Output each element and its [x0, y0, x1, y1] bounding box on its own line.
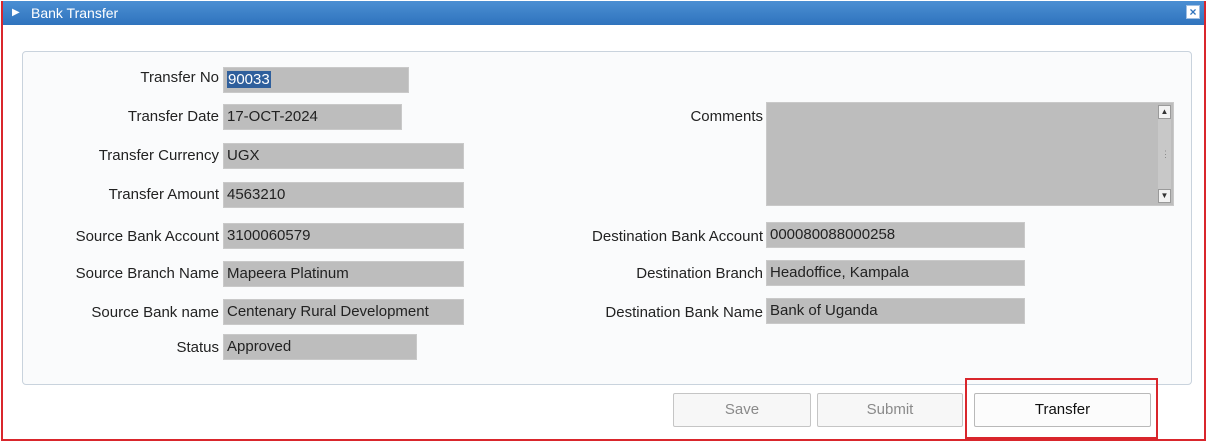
transfer-amount-field[interactable]: 4563210: [223, 182, 464, 208]
source-bank-account-field[interactable]: 3100060579: [223, 223, 464, 249]
source-branch-name-field[interactable]: Mapeera Platinum: [223, 261, 464, 287]
comments-label: Comments: [690, 108, 763, 125]
comments-textarea[interactable]: ▲ ⋮ ▼: [766, 102, 1174, 206]
destination-bank-name-field[interactable]: Bank of Uganda: [766, 298, 1025, 324]
scroll-up-icon[interactable]: ▲: [1158, 105, 1171, 119]
status-field[interactable]: Approved: [223, 334, 417, 360]
source-branch-name-label: Source Branch Name: [75, 265, 219, 282]
source-bank-name-label: Source Bank name: [91, 304, 219, 321]
source-bank-account-label: Source Bank Account: [75, 228, 219, 245]
destination-bank-account-label: Destination Bank Account: [592, 228, 763, 245]
scroll-grip-icon[interactable]: ⋮: [1161, 149, 1170, 160]
comments-scrollbar[interactable]: ▲ ⋮ ▼: [1158, 105, 1171, 203]
transfer-currency-field[interactable]: UGX: [223, 143, 464, 169]
save-button[interactable]: Save: [673, 393, 811, 427]
destination-bank-account-field[interactable]: 000080088000258: [766, 222, 1025, 248]
title-bar: ▶ Bank Transfer ×: [3, 1, 1204, 25]
close-icon[interactable]: ×: [1186, 5, 1200, 19]
transfer-currency-label: Transfer Currency: [98, 147, 219, 164]
destination-branch-label: Destination Branch: [636, 265, 763, 282]
transfer-no-label: Transfer No: [140, 69, 219, 86]
status-label: Status: [176, 339, 219, 356]
destination-bank-name-label: Destination Bank Name: [605, 304, 763, 321]
transfer-no-field[interactable]: 90033: [223, 67, 409, 93]
destination-branch-field[interactable]: Headoffice, Kampala: [766, 260, 1025, 286]
submit-button[interactable]: Submit: [817, 393, 963, 427]
transfer-date-field[interactable]: 17-OCT-2024: [223, 104, 402, 130]
scroll-down-icon[interactable]: ▼: [1158, 189, 1171, 203]
transfer-amount-label: Transfer Amount: [108, 186, 219, 203]
app-icon: ▶: [12, 7, 20, 18]
window-title: Bank Transfer: [31, 5, 119, 21]
transfer-button[interactable]: Transfer: [974, 393, 1151, 427]
transfer-date-label: Transfer Date: [127, 108, 219, 125]
transfer-no-value: 90033: [227, 71, 271, 88]
source-bank-name-field[interactable]: Centenary Rural Development: [223, 299, 464, 325]
